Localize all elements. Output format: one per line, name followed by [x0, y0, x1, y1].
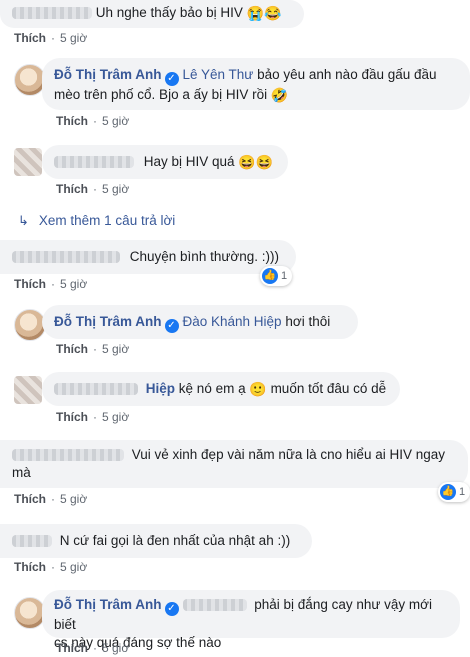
comment-text: N cứ fai gọi là đen nhất của nhật ah :)) [59, 533, 291, 548]
like-link[interactable]: Thích [14, 560, 46, 574]
comment-bubble: Đỗ Thị Trâm Anh ✓ phải bị đắng cay như vậ… [42, 590, 460, 650]
mention-link[interactable]: Hiệp [146, 381, 175, 396]
separator: · [51, 560, 55, 574]
avatar[interactable] [14, 148, 42, 176]
timestamp[interactable]: 5 giờ [60, 492, 87, 506]
like-link[interactable]: Thích [56, 114, 88, 128]
blurred-name [12, 251, 120, 264]
comment-meta: Thích · 5 giờ [56, 641, 129, 655]
blurred-name [12, 535, 52, 548]
timestamp[interactable]: 5 giờ [60, 560, 87, 574]
smile-emoji-icon: 🙂 [249, 381, 267, 397]
comment-author[interactable]: Đỗ Thị Trâm Anh [54, 67, 162, 82]
separator: · [93, 114, 97, 128]
like-reaction-icon: 👍 [262, 268, 278, 284]
timestamp[interactable]: 5 giờ [102, 641, 129, 655]
comment-text: kệ nó em ạ [178, 381, 246, 396]
separator: · [93, 182, 97, 196]
comment-text: Chuyện bình thường. :))) [129, 249, 279, 264]
separator: · [93, 342, 97, 356]
comment-bubble: Hay bị HIV quá 😆😆 [42, 145, 288, 179]
separator: · [51, 492, 55, 506]
comment-meta: Thích · 5 giờ [14, 492, 87, 506]
verified-badge-icon: ✓ [164, 602, 179, 616]
comment-bubble: Hiệp kệ nó em ạ 🙂 muốn tốt đâu có dễ [42, 372, 400, 406]
blurred-name [54, 156, 134, 169]
like-link[interactable]: Thích [56, 410, 88, 424]
comment-meta: Thích · 5 giờ [56, 410, 129, 424]
comment-text: mèo trên phố cổ. Bjo a ấy bị HIV rồi [54, 87, 268, 102]
reply-arrow-icon: ↳ [18, 213, 29, 228]
comment-meta: Thích · 5 giờ [56, 342, 129, 356]
comment-text: Uh nghe thấy bảo bị HIV [95, 5, 243, 20]
separator: · [93, 641, 97, 655]
comment-meta: Thích · 5 giờ [14, 31, 87, 45]
like-link[interactable]: Thích [14, 492, 46, 506]
cry-laugh-emoji-icon: 😭😂 [246, 5, 282, 21]
blurred-name [54, 383, 138, 396]
verified-badge-icon: ✓ [164, 319, 179, 333]
comment-text: mà [12, 465, 31, 480]
reaction-number: 1 [459, 486, 466, 498]
like-link[interactable]: Thích [56, 182, 88, 196]
blurred-mention [182, 599, 247, 612]
comment-text: bảo yêu anh nào đầu gấu đầu [257, 67, 437, 82]
comment-bubble: Vui vẻ xinh đẹp vài năm nữa là cno hiểu … [0, 440, 468, 488]
comment-meta: Thích · 5 giờ [56, 182, 129, 196]
comment-author[interactable]: Đỗ Thị Trâm Anh [54, 314, 162, 329]
comment-bubble: Đỗ Thị Trâm Anh ✓ Đào Khánh Hiệp hơi thôi [42, 305, 358, 339]
rofl-emoji-icon: 🤣 [270, 87, 289, 103]
separator: · [51, 31, 55, 45]
comment-bubble: N cứ fai gọi là đen nhất của nhật ah :)) [0, 524, 312, 558]
timestamp[interactable]: 5 giờ [102, 410, 129, 424]
comment-meta: Thích · 5 giờ [14, 277, 87, 291]
avatar[interactable] [14, 309, 46, 341]
reaction-number: 1 [281, 270, 288, 282]
comment-text: Hay bị HIV quá [143, 154, 235, 169]
comment-text: muốn tốt đâu có dễ [270, 381, 387, 396]
avatar[interactable] [14, 376, 42, 404]
comment-text: hơi thôi [285, 314, 331, 329]
comment-author[interactable]: Đỗ Thị Trâm Anh [54, 597, 162, 612]
like-link[interactable]: Thích [14, 277, 46, 291]
reaction-count[interactable]: 👍 1 [438, 482, 470, 502]
reaction-count[interactable]: 👍 1 [260, 266, 293, 286]
timestamp[interactable]: 5 giờ [60, 31, 87, 45]
like-link[interactable]: Thích [14, 31, 46, 45]
timestamp[interactable]: 5 giờ [102, 114, 129, 128]
blurred-name [12, 7, 92, 20]
comment-bubble: Chuyện bình thường. :))) [0, 240, 296, 274]
blurred-name [12, 449, 124, 462]
verified-badge-icon: ✓ [164, 72, 179, 86]
like-reaction-icon: 👍 [440, 484, 456, 500]
view-more-label: Xem thêm 1 câu trả lời [38, 213, 176, 228]
view-more-replies-link[interactable]: ↳ Xem thêm 1 câu trả lời [18, 213, 175, 229]
separator: · [51, 277, 55, 291]
like-link[interactable]: Thích [56, 641, 88, 655]
comment-meta: Thích · 5 giờ [14, 560, 87, 574]
timestamp[interactable]: 5 giờ [102, 182, 129, 196]
comment-text: Vui vẻ xinh đẹp vài năm nữa là cno hiểu … [131, 447, 445, 462]
mention-link[interactable]: Đào Khánh Hiệp [183, 314, 282, 329]
comment-bubble: Uh nghe thấy bảo bị HIV 😭😂 [0, 0, 304, 28]
laughing-emoji-icon: 😆😆 [238, 154, 274, 170]
timestamp[interactable]: 5 giờ [60, 277, 87, 291]
timestamp[interactable]: 5 giờ [102, 342, 129, 356]
comment-meta: Thích · 5 giờ [56, 114, 129, 128]
comment-bubble: Đỗ Thị Trâm Anh ✓ Lê Yên Thư bảo yêu anh n… [42, 58, 470, 110]
mention-link[interactable]: Lê Yên Thư [183, 67, 254, 82]
separator: · [93, 410, 97, 424]
like-link[interactable]: Thích [56, 342, 88, 356]
